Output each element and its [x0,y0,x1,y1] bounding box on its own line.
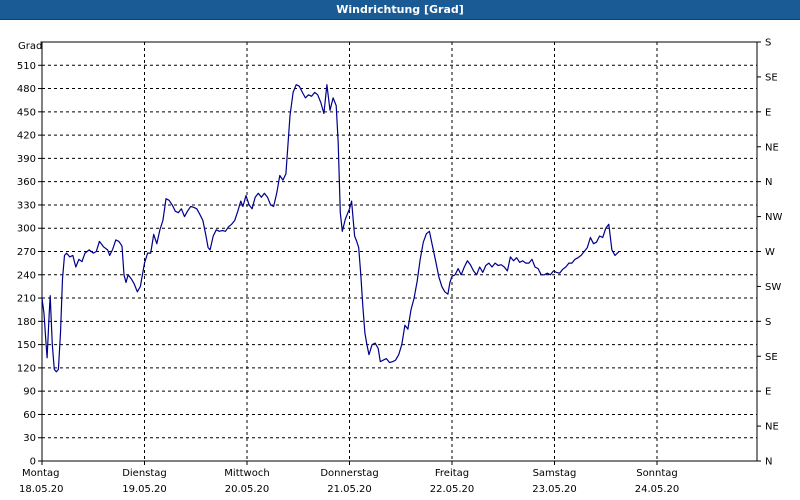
y-tick-label: 150 [17,340,36,351]
x-tick-day-label: Donnerstag [320,468,378,479]
y-tick-label: 90 [23,387,36,398]
x-tick-day-label: Sonntag [636,468,678,479]
wind-direction-chart: Grad 0 30 60 90 120 150 180 210 240 270 300 330 360 3… [17,38,783,496]
y-tick-label: 270 [17,247,36,258]
right-tick-label: W [765,247,775,258]
y-tick-label: 120 [17,363,36,374]
x-tick-day-label: Samstag [533,468,577,479]
right-tick-label: NW [765,212,782,223]
x-tick-date-label: 20.05.20 [225,484,270,495]
y-tick-label: 450 [17,107,36,118]
right-tick-label: NE [765,422,779,433]
y-tick-label: 360 [17,177,36,188]
x-tick-day-label: Freitag [435,468,469,479]
x-tick-day-label: Dienstag [122,468,167,479]
x-tick-date-label: 22.05.20 [430,484,475,495]
y-tick-label: 30 [23,433,36,444]
y-tick-label: 420 [17,131,36,142]
y-tick-label: 300 [17,224,36,235]
right-tick-label: NE [765,142,779,153]
x-tick-date-label: 18.05.20 [19,484,64,495]
y-tick-label: 330 [17,200,36,211]
y-tick-label: 480 [17,84,36,95]
x-tick-day-label: Mittwoch [224,468,269,479]
y-tick-label: 510 [17,61,36,72]
right-tick-label: N [765,177,772,188]
y-tick-label: 0 [30,457,36,468]
x-tick-date-label: 21.05.20 [327,484,372,495]
y-axis-ticks: 0 30 60 90 120 150 180 210 240 270 300 330 360 390 420… [17,61,42,468]
right-tick-label: E [765,107,771,118]
right-tick-label: SE [765,352,778,363]
x-tick-date-label: 23.05.20 [532,484,577,495]
y-tick-label: 180 [17,317,36,328]
x-axis-ticks: Montag 18.05.20 Dienstag 19.05.20 Mittwoch 20… [19,461,679,495]
y-tick-label: 60 [23,410,36,421]
grid [42,42,757,461]
right-axis-ticks: N NE E SE S SW W NW N NE E SE S [757,38,782,468]
y-axis-label: Grad [18,41,42,52]
x-tick-day-label: Montag [22,468,59,479]
right-tick-label: N [765,457,772,468]
y-tick-label: 210 [17,294,36,305]
right-tick-label: SE [765,72,778,83]
right-tick-label: S [765,38,771,49]
y-tick-label: 240 [17,270,36,281]
right-tick-label: SW [765,282,781,293]
right-tick-label: E [765,387,771,398]
right-tick-label: S [765,317,771,328]
x-tick-date-label: 24.05.20 [635,484,680,495]
y-tick-label: 390 [17,154,36,165]
x-tick-date-label: 19.05.20 [122,484,167,495]
